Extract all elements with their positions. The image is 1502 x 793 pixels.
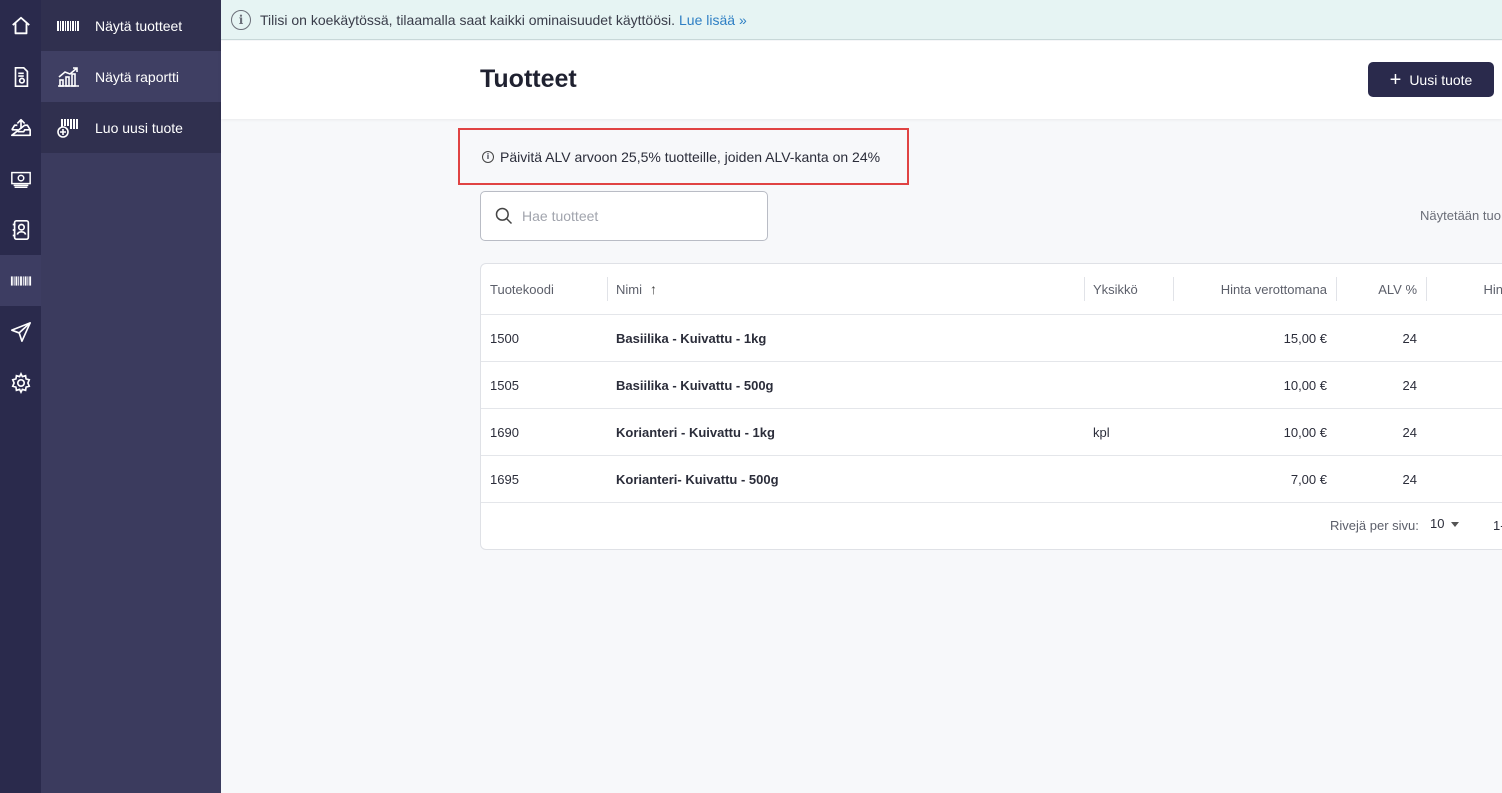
column-separator [1426, 277, 1427, 301]
cell-code: 1690 [490, 424, 519, 440]
column-header-code[interactable]: Tuotekoodi [490, 264, 600, 314]
rows-per-page-select[interactable]: 10 [1430, 516, 1460, 531]
vat-update-notice-text: Päivitä ALV arvoon 25,5% tuotteille, joi… [500, 148, 881, 165]
cell-code: 1500 [490, 330, 519, 346]
page-header: Tuotteet + Uusi tuote [221, 41, 1502, 119]
column-header-price[interactable]: Hinta verottomana [1181, 264, 1327, 314]
column-separator [1336, 277, 1337, 301]
invoice-icon [14, 66, 28, 87]
cell-price: 7,00 € [1290, 471, 1327, 487]
subnav-item-label: Näytä tuotteet [95, 17, 183, 34]
sort-ascending-icon: ↑ [650, 281, 657, 297]
subnav-item-create-product[interactable]: Luo uusi tuote [41, 102, 221, 153]
rail-contacts[interactable] [0, 204, 41, 255]
new-product-button-label: Uusi tuote [1409, 71, 1473, 88]
column-header-unit[interactable]: Yksikkö [1093, 264, 1173, 314]
column-header-vat[interactable]: ALV % [1343, 264, 1417, 314]
plus-icon: + [1389, 68, 1402, 91]
trial-banner-text: Tilisi on koekäytössä, tilaamalla saat k… [260, 11, 676, 28]
rows-per-page-label: Rivejä per sivu: [1330, 518, 1419, 533]
cell-code: 1695 [490, 471, 519, 487]
subnav-item-show-report[interactable]: Näytä raportti [41, 51, 221, 102]
products-subnav: Näytä tuotteet Näytä raportti Luo uusi t… [41, 0, 221, 793]
trial-banner: i Tilisi on koekäytössä, tilaamalla saat… [221, 0, 1502, 40]
column-separator [607, 277, 608, 301]
column-header-gross[interactable]: Hin [1441, 264, 1502, 314]
cell-vat: 24 [1402, 471, 1417, 487]
info-icon: i [482, 150, 494, 163]
column-header-name-label: Nimi [616, 281, 642, 297]
caret-down-icon [1451, 521, 1460, 527]
page-title: Tuotteet [480, 65, 577, 93]
subnav-item-label: Näytä raportti [95, 68, 180, 85]
column-header-name[interactable]: Nimi ↑ [616, 264, 706, 314]
rail-invoices[interactable] [0, 51, 41, 102]
send-icon [10, 321, 31, 342]
search-icon [495, 207, 513, 225]
settings-icon [11, 371, 30, 394]
table-row[interactable]: 1500 Basiilika - Kuivattu - 1kg 15,00 € … [481, 314, 1502, 361]
read-more-link[interactable]: Lue lisää » [679, 12, 747, 28]
cell-code: 1505 [490, 377, 519, 393]
table-row[interactable]: 1690 Korianteri - Kuivattu - 1kg kpl 10,… [481, 408, 1502, 455]
table-row[interactable]: 1695 Korianteri- Kuivattu - 500g 7,00 € … [481, 455, 1502, 502]
rail-products[interactable] [0, 255, 41, 306]
home-icon [11, 16, 30, 34]
cell-vat: 24 [1402, 377, 1417, 393]
cell-name: Korianteri- Kuivattu - 500g [616, 471, 779, 487]
cell-name: Basiilika - Kuivattu - 500g [616, 377, 774, 393]
rail-send[interactable] [0, 306, 41, 357]
contacts-icon [12, 219, 29, 240]
search-box [480, 191, 768, 241]
barcode-icon [56, 15, 82, 37]
inbox-upload-icon [10, 118, 31, 136]
subnav-item-show-products[interactable]: Näytä tuotteet [41, 0, 221, 51]
table-pagination: Rivejä per sivu: 10 1- [481, 502, 1502, 549]
showing-count: Näytetään tuo [1420, 208, 1501, 223]
rail-inbox[interactable] [0, 102, 41, 153]
vat-update-notice[interactable]: i Päivitä ALV arvoon 25,5% tuotteille, j… [458, 128, 909, 185]
rows-per-page-value: 10 [1430, 516, 1445, 531]
subnav-item-label: Luo uusi tuote [95, 119, 183, 136]
search-input[interactable] [522, 208, 742, 224]
cell-name: Basiilika - Kuivattu - 1kg [616, 330, 767, 346]
rail-settings[interactable] [0, 357, 41, 408]
cell-unit: kpl [1093, 424, 1110, 440]
products-table: Tuotekoodi Nimi ↑ Yksikkö Hinta verottom… [480, 263, 1502, 550]
info-icon: i [231, 9, 251, 30]
cell-vat: 24 [1402, 330, 1417, 346]
cell-price: 10,00 € [1283, 424, 1327, 440]
column-separator [1173, 277, 1174, 301]
rail-money[interactable] [0, 153, 41, 204]
icon-rail [0, 0, 41, 793]
barcode-icon [10, 275, 31, 286]
table-row[interactable]: 1505 Basiilika - Kuivattu - 500g 10,00 €… [481, 361, 1502, 408]
cell-name: Korianteri - Kuivattu - 1kg [616, 424, 775, 440]
column-separator [1084, 277, 1085, 301]
pagination-range: 1- [1493, 518, 1502, 533]
money-icon [10, 171, 31, 188]
cell-vat: 24 [1402, 424, 1417, 440]
chart-icon [56, 66, 82, 88]
cell-price: 10,00 € [1283, 377, 1327, 393]
rail-home[interactable] [0, 0, 41, 51]
cell-price: 15,00 € [1283, 330, 1327, 346]
new-product-button[interactable]: + Uusi tuote [1368, 62, 1494, 97]
add-product-icon [56, 117, 82, 139]
